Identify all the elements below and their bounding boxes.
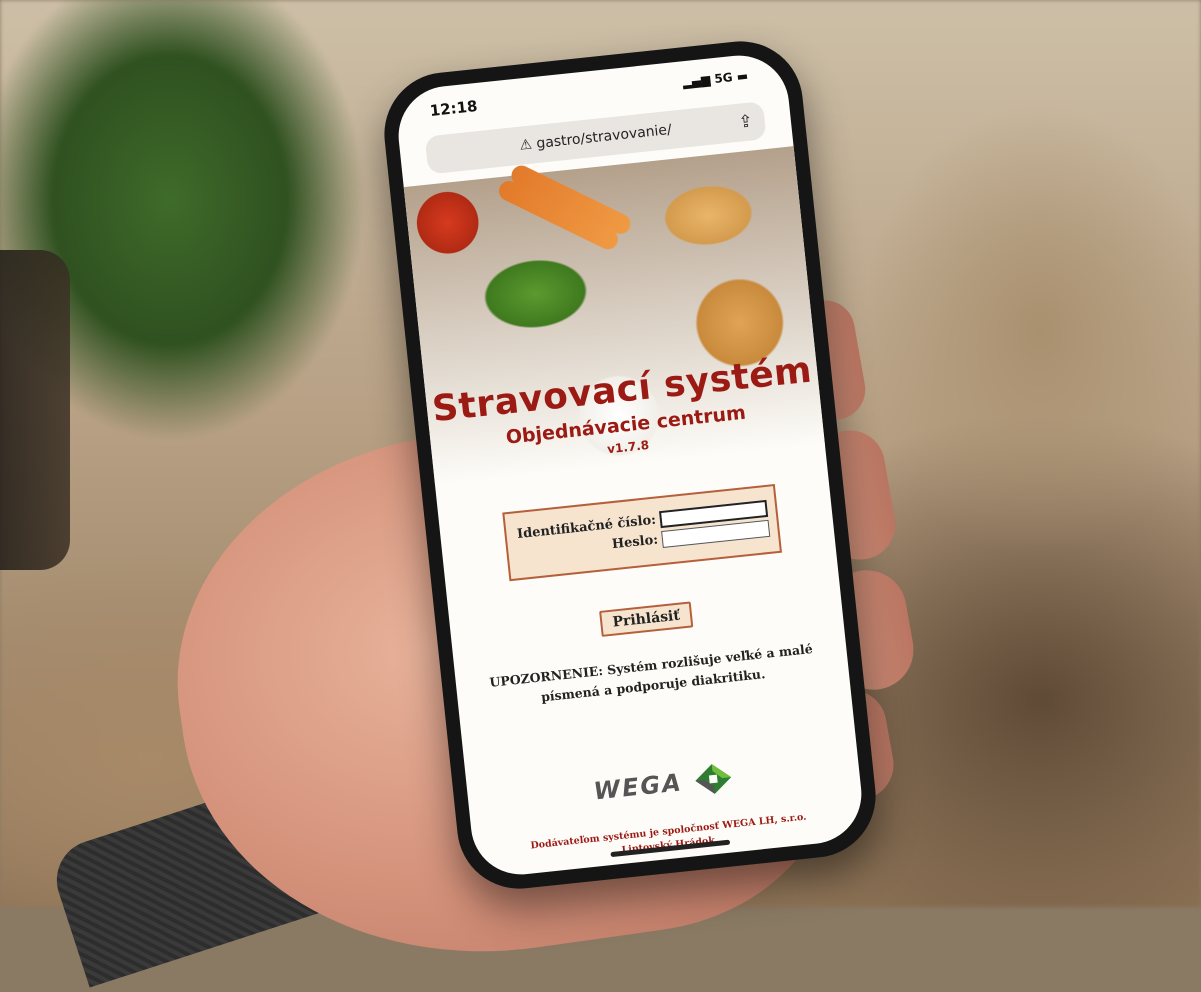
warning-icon: ⚠ xyxy=(518,136,533,154)
login-button[interactable]: Prihlásiť xyxy=(599,601,694,637)
clock: 12:18 xyxy=(428,97,479,120)
network-label: 5G xyxy=(713,70,734,87)
phone-screen: 12:18 ▂▄▆ 5G ▬ ⚠ gastro/stravovanie/ ⇪ S… xyxy=(393,50,867,880)
password-label: Heslo: xyxy=(611,532,659,553)
logo-text: WEGA xyxy=(592,768,684,806)
background-object xyxy=(0,250,70,570)
url-text: gastro/stravovanie/ xyxy=(535,121,673,152)
share-icon[interactable]: ⇪ xyxy=(737,102,755,141)
phone: 12:18 ▂▄▆ 5G ▬ ⚠ gastro/stravovanie/ ⇪ S… xyxy=(378,35,882,895)
login-form: Identifikačné číslo: Heslo: xyxy=(502,483,782,582)
network-indicator: ▂▄▆ 5G ▬ xyxy=(681,68,749,90)
notice-text: UPOZORNENIE: Systém rozlišuje veľké a ma… xyxy=(485,639,819,713)
logo-mark-icon xyxy=(695,764,732,794)
